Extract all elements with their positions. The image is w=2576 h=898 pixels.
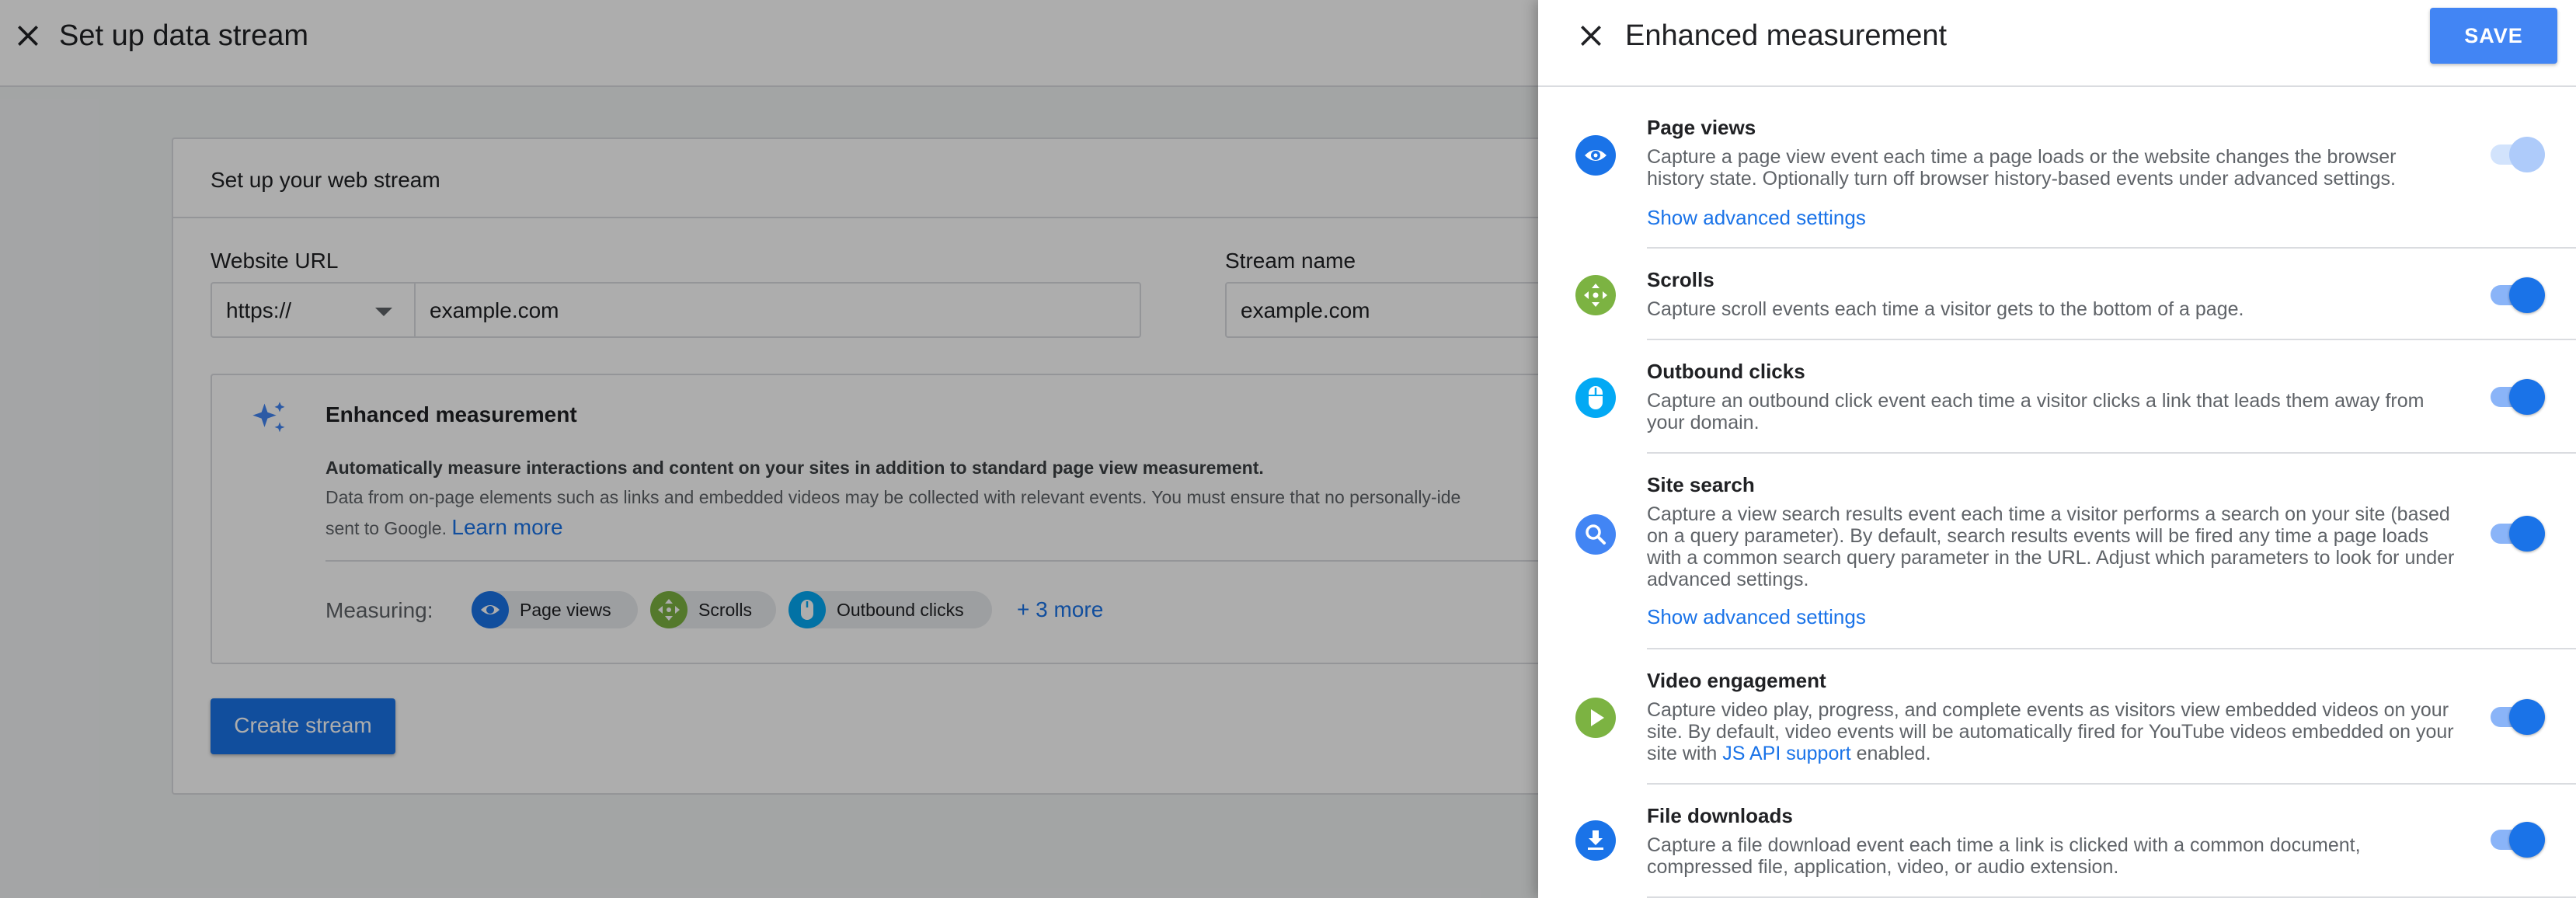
- toggle-knob: [2509, 277, 2545, 313]
- enhanced-measurement-panel: Enhanced measurement SAVE Page views Cap…: [1538, 0, 2576, 898]
- setting-outbound-clicks: Outbound clicks Capture an outbound clic…: [1538, 340, 2576, 454]
- scrolls-toggle[interactable]: [2489, 277, 2545, 313]
- toggle-knob: [2509, 699, 2545, 735]
- save-button[interactable]: SAVE: [2430, 8, 2557, 64]
- panel-title: Enhanced measurement: [1625, 19, 1948, 52]
- scroll-arrows-icon: [1575, 275, 1616, 315]
- page-views-toggle: [2489, 137, 2545, 172]
- setting-description: Capture an outbound click event each tim…: [1647, 390, 2425, 433]
- setting-site-search: Site search Capture a view search result…: [1538, 454, 2576, 649]
- mouse-icon: [1575, 378, 1616, 418]
- file-downloads-toggle[interactable]: [2489, 822, 2545, 858]
- toggle-knob: [2509, 822, 2545, 858]
- setting-title: Site search: [1647, 473, 1755, 496]
- video-engagement-toggle[interactable]: [2489, 699, 2545, 735]
- description-text-end: enabled.: [1850, 743, 1931, 764]
- show-advanced-settings-link[interactable]: Show advanced settings: [1647, 604, 1866, 629]
- show-advanced-settings-link[interactable]: Show advanced settings: [1647, 205, 1866, 230]
- setting-description: Capture a file download event each time …: [1647, 834, 2361, 878]
- save-label: SAVE: [2464, 24, 2523, 47]
- setting-title: Video engagement: [1647, 669, 1826, 692]
- setting-title: Outbound clicks: [1647, 360, 1805, 383]
- setting-title: File downloads: [1647, 804, 1793, 827]
- setting-description: Capture a page view event each time a pa…: [1647, 146, 2397, 190]
- setting-scrolls: Scrolls Capture scroll events each time …: [1538, 249, 2576, 340]
- setting-title: Page views: [1647, 116, 1756, 139]
- search-icon: [1575, 514, 1616, 555]
- eye-icon: [1575, 135, 1616, 176]
- setting-file-downloads: File downloads Capture a file download e…: [1538, 785, 2576, 898]
- screen: Set up data stream Set up your web strea…: [0, 0, 2576, 898]
- setting-description: Capture a view search results event each…: [1647, 503, 2455, 590]
- setting-title: Scrolls: [1647, 268, 1714, 291]
- play-icon: [1575, 698, 1616, 738]
- js-api-support-link[interactable]: JS API support: [1722, 743, 1850, 764]
- outbound-clicks-toggle[interactable]: [2489, 379, 2545, 415]
- download-icon: [1575, 820, 1616, 861]
- toggle-knob: [2509, 379, 2545, 415]
- panel-header: Enhanced measurement SAVE: [1538, 0, 2576, 87]
- close-icon[interactable]: [1575, 20, 1607, 51]
- setting-video-engagement: Video engagement Capture video play, pro…: [1538, 649, 2576, 785]
- setting-description: Capture video play, progress, and comple…: [1647, 699, 2455, 764]
- toggle-knob: [2509, 516, 2545, 552]
- toggle-knob: [2509, 137, 2545, 172]
- setting-description: Capture scroll events each time a visito…: [1647, 298, 2244, 320]
- setting-page-views: Page views Capture a page view event eac…: [1538, 87, 2576, 249]
- site-search-toggle[interactable]: [2489, 516, 2545, 552]
